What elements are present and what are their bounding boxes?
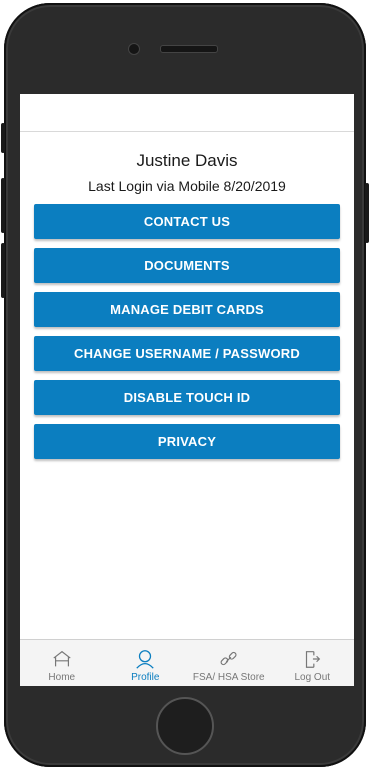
mute-switch xyxy=(1,123,5,153)
tab-home-label: Home xyxy=(48,672,76,683)
volume-down-button xyxy=(1,243,5,298)
tab-home[interactable]: Home xyxy=(20,640,104,686)
top-bar xyxy=(20,94,354,132)
profile-actions: CONTACT US DOCUMENTS MANAGE DEBIT CARDS … xyxy=(20,204,354,459)
documents-button[interactable]: DOCUMENTS xyxy=(34,248,340,283)
manage-debit-cards-button[interactable]: MANAGE DEBIT CARDS xyxy=(34,292,340,327)
last-login-text: Last Login via Mobile 8/20/2019 xyxy=(88,178,286,194)
tab-fsa-hsa-store[interactable]: FSA/ HSA Store xyxy=(187,640,271,686)
link-icon xyxy=(220,651,237,666)
contact-us-button[interactable]: CONTACT US xyxy=(34,204,340,239)
bottom-tab-bar: Home Profile FSA/ HSA Store Log Out xyxy=(20,639,354,686)
user-name: Justine Davis xyxy=(136,151,238,170)
power-button xyxy=(365,183,369,243)
volume-up-button xyxy=(1,178,5,233)
home-icon xyxy=(53,650,71,667)
device-home-button[interactable] xyxy=(156,697,214,755)
earpiece-speaker xyxy=(160,45,218,53)
profile-icon xyxy=(136,650,154,669)
tab-fsa-hsa-store-label: FSA/ HSA Store xyxy=(192,672,265,683)
front-camera xyxy=(128,43,140,55)
disable-touch-id-button[interactable]: DISABLE TOUCH ID xyxy=(34,380,340,415)
tab-profile-label: Profile xyxy=(131,672,160,683)
tab-log-out-label: Log Out xyxy=(294,672,331,683)
change-username-password-button[interactable]: CHANGE USERNAME / PASSWORD xyxy=(34,336,340,371)
tab-log-out[interactable]: Log Out xyxy=(271,640,355,686)
tab-profile[interactable]: Profile xyxy=(104,640,188,686)
logout-icon xyxy=(306,651,321,668)
privacy-button[interactable]: PRIVACY xyxy=(34,424,340,459)
app-screen: Justine Davis Last Login via Mobile 8/20… xyxy=(20,94,354,686)
